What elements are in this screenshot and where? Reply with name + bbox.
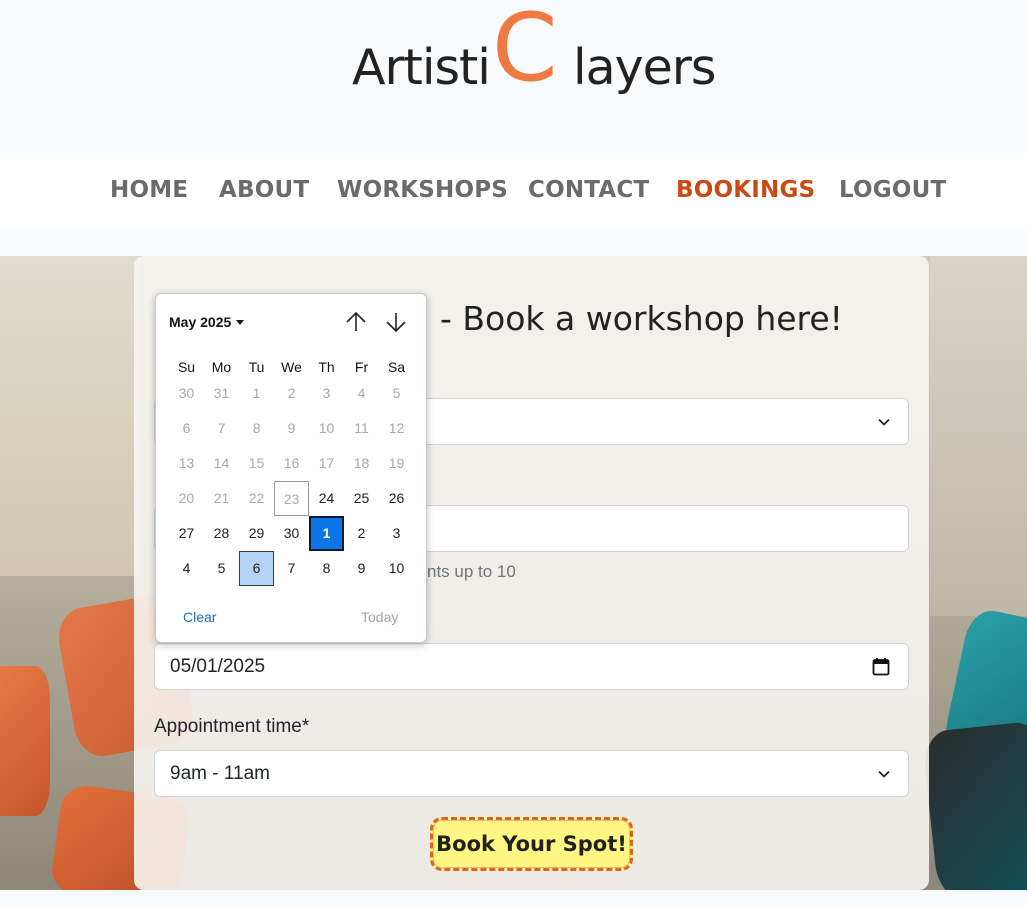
datepicker-day[interactable]: 28	[204, 516, 239, 551]
datepicker-day[interactable]: 10	[309, 411, 344, 446]
datepicker-day[interactable]: 8	[239, 411, 274, 446]
nav-about[interactable]: ABOUT	[219, 177, 309, 203]
nav-contact[interactable]: CONTACT	[528, 177, 649, 203]
datepicker-day[interactable]: 17	[309, 446, 344, 481]
datepicker-day[interactable]: 14	[204, 446, 239, 481]
datepicker-day[interactable]: 12	[379, 411, 414, 446]
participants-help-text: nts up to 10	[427, 562, 516, 581]
datepicker-day[interactable]: 30	[169, 376, 204, 411]
datepicker-clear-button[interactable]: Clear	[183, 609, 216, 625]
book-your-spot-button[interactable]: Book Your Spot!	[430, 817, 633, 871]
datepicker-month-select[interactable]: May 2025	[169, 314, 245, 330]
datepicker-day[interactable]: 27	[169, 516, 204, 551]
datepicker-day[interactable]: 23	[274, 481, 309, 516]
datepicker-day[interactable]: 9	[344, 551, 379, 586]
weekday-header: We	[281, 359, 302, 375]
datepicker-day[interactable]: 26	[379, 481, 414, 516]
nav-workshops[interactable]: WORKSHOPS	[337, 177, 508, 203]
datepicker-day[interactable]: 3	[309, 376, 344, 411]
datepicker-day[interactable]: 9	[274, 411, 309, 446]
nav-logout[interactable]: LOGOUT	[839, 177, 946, 203]
datepicker-day[interactable]: 7	[274, 551, 309, 586]
datepicker-day[interactable]: 30	[274, 516, 309, 551]
datepicker-day[interactable]: 8	[309, 551, 344, 586]
caret-down-icon	[236, 320, 245, 325]
date-input-value: 05/01/2025	[170, 656, 266, 677]
chevron-down-icon	[878, 770, 890, 778]
weekday-header: Sa	[387, 359, 406, 375]
datepicker-day[interactable]: 11	[344, 411, 379, 446]
datepicker-day[interactable]: 2	[344, 516, 379, 551]
datepicker-today-button[interactable]: Today	[361, 609, 398, 625]
datepicker-day[interactable]: 10	[379, 551, 414, 586]
appointment-time-label: Appointment time*	[154, 716, 310, 737]
logo-bar: Artisti C layers	[0, 0, 1027, 152]
weekday-header: Tu	[248, 359, 265, 375]
datepicker-day[interactable]: 18	[344, 446, 379, 481]
appointment-time-value: 9am - 11am	[170, 763, 270, 784]
datepicker-day[interactable]: 24	[309, 481, 344, 516]
logo-text-part2: layers	[573, 39, 716, 96]
datepicker-day[interactable]: 25	[344, 481, 379, 516]
arrow-down-icon[interactable]	[384, 310, 408, 334]
datepicker-day[interactable]: 3	[379, 516, 414, 551]
datepicker-day[interactable]: 7	[204, 411, 239, 446]
weekday-header: Th	[318, 359, 335, 375]
datepicker-day[interactable]: 4	[169, 551, 204, 586]
datepicker-day[interactable]: 6	[169, 411, 204, 446]
main-nav: HOME ABOUT WORKSHOPS CONTACT BOOKINGS LO…	[0, 152, 1027, 230]
nav-bookings[interactable]: BOOKINGS	[676, 177, 815, 203]
weekday-header: Su	[177, 359, 196, 375]
chevron-down-icon	[878, 418, 890, 426]
calendar-icon[interactable]	[872, 657, 890, 676]
datepicker-day[interactable]: 4	[344, 376, 379, 411]
datepicker-day[interactable]: 5	[379, 376, 414, 411]
arrow-up-icon[interactable]	[344, 310, 368, 334]
logo-text-part1: Artisti	[352, 39, 491, 96]
datepicker-day[interactable]: 29	[239, 516, 274, 551]
logo-big-letter: C	[492, 0, 558, 103]
form-title: - Book a workshop here!	[440, 299, 843, 338]
appointment-time-select[interactable]: 9am - 11am	[154, 750, 909, 797]
datepicker-day[interactable]: 31	[204, 376, 239, 411]
datepicker-month-label: May 2025	[169, 314, 232, 330]
weekday-header: Mo	[211, 359, 232, 375]
datepicker-day[interactable]: 6	[239, 551, 274, 586]
datepicker-day[interactable]: 22	[239, 481, 274, 516]
datepicker-day[interactable]: 1	[239, 376, 274, 411]
datepicker-day[interactable]: 21	[204, 481, 239, 516]
datepicker-day[interactable]: 15	[239, 446, 274, 481]
date-input[interactable]: 05/01/2025	[154, 643, 909, 690]
nav-home[interactable]: HOME	[110, 177, 188, 203]
datepicker-day-selected[interactable]: 1	[309, 516, 344, 551]
datepicker-day[interactable]: 5	[204, 551, 239, 586]
datepicker-day[interactable]: 13	[169, 446, 204, 481]
weekday-header: Fr	[354, 359, 369, 375]
datepicker-day[interactable]: 16	[274, 446, 309, 481]
datepicker-popup: May 2025 Su Mo Tu We Th Fr Sa 30 31 1 2 3 4 5 6 7 8 9 10 1…	[155, 293, 427, 643]
datepicker-day[interactable]: 2	[274, 376, 309, 411]
datepicker-day[interactable]: 20	[169, 481, 204, 516]
datepicker-day[interactable]: 19	[379, 446, 414, 481]
